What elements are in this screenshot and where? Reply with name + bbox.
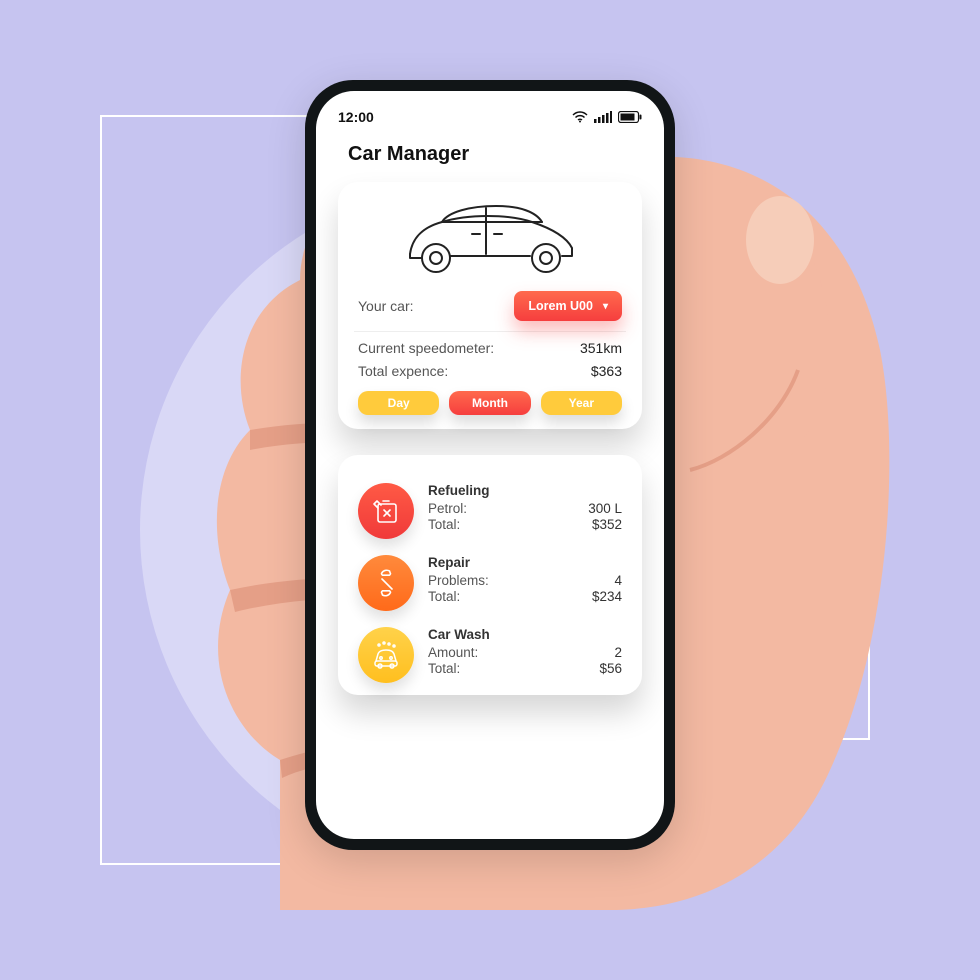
expense-carwash[interactable]: Car Wash Amount: 2 Total: $56 [358,627,622,683]
expense-title: Repair [428,555,622,570]
expense-line-label: Problems: [428,573,489,588]
car-select-value: Lorem U00 [528,299,593,313]
expense-title: Refueling [428,483,622,498]
divider [354,331,626,332]
phone-screen: 12:00 Car Manager [316,91,664,839]
total-expense-value: $363 [591,363,622,379]
expense-refueling[interactable]: Refueling Petrol: 300 L Total: $352 [358,483,622,539]
expense-line-label: Total: [428,589,460,604]
expense-line-value: 300 L [588,501,622,516]
chevron-down-icon: ▾ [603,301,608,312]
summary-card: Your car: Lorem U00 ▾ Current speedomete… [338,182,642,429]
expense-line-value: 2 [614,645,622,660]
expense-line-value: $56 [599,661,622,676]
fuel-can-icon [358,483,414,539]
battery-icon [618,111,642,123]
period-year-button[interactable]: Year [541,391,622,415]
expense-line-value: 4 [614,573,622,588]
signal-icon [594,111,612,123]
phone-frame: 12:00 Car Manager [305,80,675,850]
period-month-button[interactable]: Month [449,391,530,415]
expense-line-label: Total: [428,661,460,676]
expense-line-label: Petrol: [428,501,467,516]
expense-title: Car Wash [428,627,622,642]
car-select-dropdown[interactable]: Lorem U00 ▾ [514,291,622,321]
speedometer-value: 351km [580,340,622,356]
expense-line-value: $234 [592,589,622,604]
total-expense-label: Total expence: [358,363,448,379]
expenses-card: Refueling Petrol: 300 L Total: $352 Repair… [338,455,642,695]
status-time: 12:00 [338,109,374,125]
car-outline-icon [358,198,622,281]
car-wash-icon [358,627,414,683]
your-car-label: Your car: [358,298,414,314]
period-selector: Day Month Year [358,391,622,415]
app-title: Car Manager [348,143,642,166]
expense-line-label: Amount: [428,645,478,660]
expense-line-value: $352 [592,517,622,532]
speedometer-label: Current speedometer: [358,340,494,356]
status-bar: 12:00 [338,109,642,125]
period-day-button[interactable]: Day [358,391,439,415]
expense-line-label: Total: [428,517,460,532]
expense-repair[interactable]: Repair Problems: 4 Total: $234 [358,555,622,611]
wifi-icon [572,111,588,123]
wrench-icon [358,555,414,611]
